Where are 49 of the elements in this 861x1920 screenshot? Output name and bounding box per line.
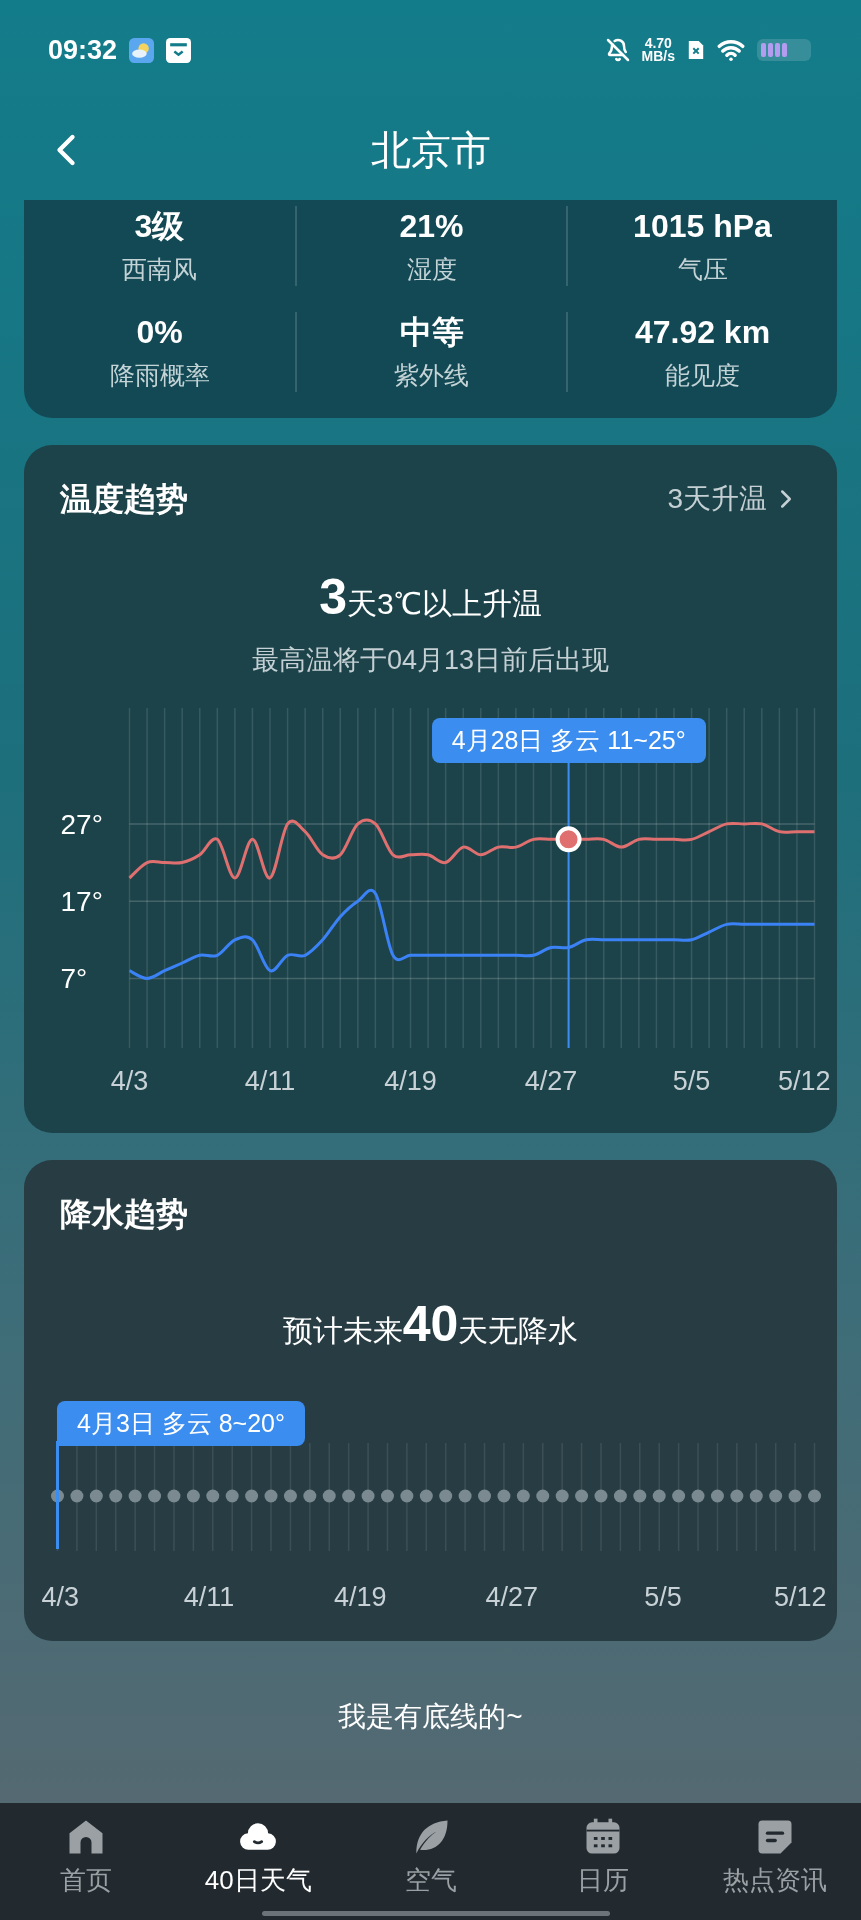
stat-value: 21%	[399, 207, 464, 246]
chart-tooltip: 4月28日 多云 11~25°	[431, 717, 706, 763]
axis-label: 4/3	[110, 1065, 149, 1096]
axis-label: 4/11	[244, 1065, 296, 1096]
axis-label: 4/19	[334, 1581, 387, 1612]
nav-tab[interactable]: 40日天气	[172, 1803, 345, 1920]
trend-subtitle: 最高温将于04月13日前后出现	[250, 644, 611, 677]
axis-label: 4/11	[183, 1581, 235, 1612]
network-speed: 4.70	[644, 37, 672, 50]
stat-label: 降雨概率	[109, 360, 210, 391]
chart-tooltip: 4月3日 多云 8~20°	[57, 1400, 305, 1446]
axis-label: 27°	[60, 808, 103, 840]
precipitation-headline: 预计未来40天无降水	[281, 1294, 580, 1354]
stat-value: 中等	[399, 313, 464, 352]
stat-label: 气压	[677, 254, 728, 285]
nav-tab[interactable]: 空气	[344, 1803, 517, 1920]
axis-label: 4/27	[485, 1581, 538, 1612]
end-of-list-text: 我是有底线的~	[337, 1699, 524, 1734]
status-time: 09:32	[48, 33, 118, 67]
stat-label: 紫外线	[394, 360, 469, 391]
page-title: 北京市	[370, 127, 491, 174]
stat-label: 能见度	[665, 360, 740, 391]
stat-value: 47.92 km	[634, 313, 771, 352]
nav-tab[interactable]: 热点资讯	[688, 1803, 861, 1920]
weather-app-icon	[129, 37, 155, 63]
axis-label: 5/12	[777, 1065, 831, 1096]
stat-label: 湿度	[406, 254, 457, 285]
axis-label: 5/12	[773, 1581, 827, 1612]
battery-icon	[757, 38, 813, 62]
axis-label: 4/27	[524, 1065, 578, 1096]
axis-label: 5/5	[672, 1065, 711, 1096]
nav-tab[interactable]: 首页	[0, 1803, 173, 1920]
axis-label: 4/3	[41, 1581, 80, 1612]
axis-label: 5/5	[644, 1581, 682, 1612]
stat-value: 3级	[134, 207, 185, 246]
network-speed-unit: MB/s	[641, 50, 675, 63]
bell-off-icon	[605, 38, 630, 62]
stat-label: 西南风	[122, 254, 197, 285]
sim-x-icon	[687, 38, 705, 62]
axis-label: 4/19	[384, 1065, 437, 1096]
axis-label: 17°	[60, 885, 103, 917]
stat-value: 0%	[136, 313, 183, 352]
trend-link[interactable]: 3天升温	[667, 478, 801, 520]
card-title: 降水趋势	[60, 1195, 188, 1232]
stat-value: 1015 hPa	[633, 207, 772, 246]
trend-headline: 3天3℃以上升温	[318, 568, 543, 627]
inbox-icon	[166, 37, 192, 63]
axis-label: 7°	[60, 962, 88, 994]
card-title: 温度趋势	[60, 480, 188, 519]
